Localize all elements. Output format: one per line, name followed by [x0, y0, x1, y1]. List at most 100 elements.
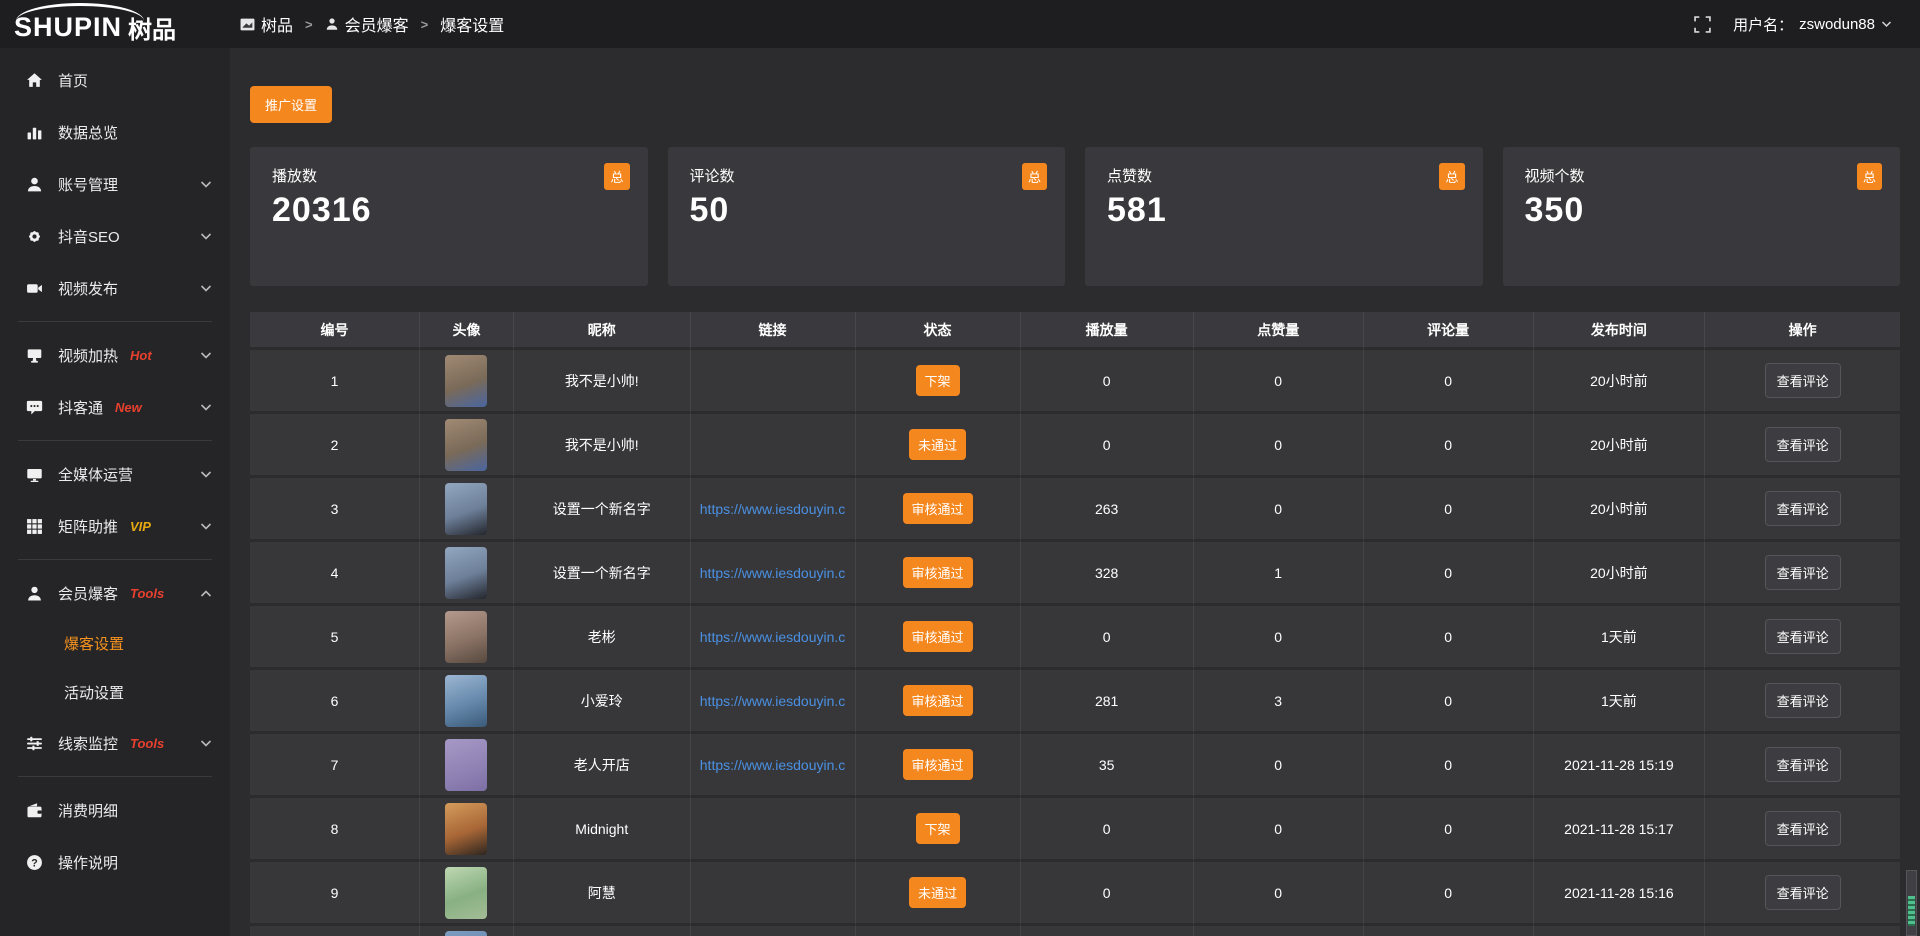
cell-comments: 0	[1364, 670, 1534, 734]
view-comments-button[interactable]: 查看评论	[1765, 875, 1841, 910]
chevron-down-icon	[200, 403, 212, 412]
cell-status: 审核通过	[856, 542, 1021, 606]
sidebar-divider	[18, 776, 212, 777]
sidebar-item-operation-guide[interactable]: ?操作说明	[0, 836, 230, 888]
view-comments-button[interactable]: 查看评论	[1765, 747, 1841, 782]
cell-plays: 0	[1021, 414, 1194, 478]
sidebar-item-consumption-detail[interactable]: 消费明细	[0, 784, 230, 836]
fullscreen-icon[interactable]	[1694, 16, 1711, 33]
status-badge[interactable]: 审核通过	[903, 685, 973, 716]
question-icon: ?	[26, 854, 43, 871]
screen-icon	[26, 347, 43, 364]
sidebar-item-account-management[interactable]: 账号管理	[0, 158, 230, 210]
view-comments-button[interactable]: 查看评论	[1765, 811, 1841, 846]
sidebar-item-douyin-seo[interactable]: 抖音SEO	[0, 210, 230, 262]
avatar	[445, 675, 487, 727]
stat-card-1: 评论数50总	[668, 147, 1066, 286]
sidebar-item-video-publish[interactable]: 视频发布	[0, 262, 230, 314]
profile-link[interactable]: https://www.iesdouyin.c	[691, 693, 855, 709]
breadcrumb-label: 会员爆客	[345, 12, 409, 36]
username-value: zswodun88	[1799, 16, 1875, 33]
user-icon	[26, 176, 43, 193]
profile-link[interactable]: https://www.iesdouyin.c	[691, 757, 855, 773]
monitor-icon	[26, 466, 43, 483]
table-row: 3设置一个新名字https://www.iesdouyin.c审核通过26300…	[250, 478, 1900, 542]
stat-total-badge: 总	[1857, 163, 1882, 190]
status-badge[interactable]: 审核通过	[903, 557, 973, 588]
cell-nickname: 设置一个新名字	[514, 478, 691, 542]
cell-id: 9	[250, 862, 420, 926]
profile-link[interactable]: https://www.iesdouyin.c	[691, 501, 855, 517]
chevron-down-icon	[200, 522, 212, 531]
status-badge[interactable]: 审核通过	[903, 621, 973, 652]
status-badge[interactable]: 下架	[916, 365, 960, 396]
cell-comments: 0	[1364, 350, 1534, 414]
user-menu[interactable]: 用户名： zswodun88	[1733, 14, 1892, 35]
sidebar-divider	[18, 559, 212, 560]
sidebar-item-video-heating[interactable]: 视频加热 Hot	[0, 329, 230, 381]
sidebar-item-clue-monitor[interactable]: 线索监控Tools	[0, 717, 230, 769]
cell-avatar	[420, 478, 514, 542]
cell-link	[691, 926, 856, 936]
cell-status: 下架	[856, 350, 1021, 414]
sidebar-item-label: 视频加热	[58, 345, 118, 366]
status-badge[interactable]: 审核通过	[903, 493, 973, 524]
view-comments-button[interactable]: 查看评论	[1765, 683, 1841, 718]
sidebar-subitem-baoke-settings[interactable]: 爆客设置	[0, 619, 230, 668]
status-badge[interactable]: 审核通过	[903, 749, 973, 780]
window-icon	[240, 18, 255, 31]
accounts-table: 编号头像昵称链接状态播放量点赞量评论量发布时间操作 1我不是小帅!下架00020…	[250, 312, 1900, 936]
column-header: 链接	[691, 312, 856, 350]
view-comments-button[interactable]: 查看评论	[1765, 619, 1841, 654]
view-comments-button[interactable]: 查看评论	[1765, 363, 1841, 398]
profile-link[interactable]: https://www.iesdouyin.c	[691, 629, 855, 645]
sidebar-item-member-baoke[interactable]: 会员爆客Tools	[0, 567, 230, 619]
stat-value: 350	[1525, 191, 1879, 230]
cell-time: 1天前	[1534, 670, 1706, 734]
breadcrumb-item-shupin[interactable]: 树品	[240, 12, 293, 36]
sidebar-item-matrix-boost[interactable]: 矩阵助推VIP	[0, 500, 230, 552]
status-badge[interactable]: 下架	[916, 813, 960, 844]
accounts-table-wrap: 编号头像昵称链接状态播放量点赞量评论量发布时间操作 1我不是小帅!下架00020…	[250, 312, 1900, 936]
breadcrumb-item-baoke-settings[interactable]: 爆客设置	[440, 12, 504, 36]
cell-comments: 0	[1364, 798, 1534, 862]
status-badge[interactable]: 未通过	[909, 877, 966, 908]
cell-link	[691, 350, 856, 414]
sidebar-item-home[interactable]: 首页	[0, 54, 230, 106]
sidebar-item-doukotong[interactable]: 抖客通New	[0, 381, 230, 433]
cell-comments: 0	[1364, 862, 1534, 926]
profile-link[interactable]: https://www.iesdouyin.c	[691, 565, 855, 581]
sidebar-badge-tools: Tools	[130, 736, 164, 751]
sidebar-submenu-member-baoke: 爆客设置活动设置	[0, 619, 230, 717]
chevron-down-icon	[1881, 20, 1892, 28]
breadcrumb-item-member-baoke[interactable]: 会员爆客	[325, 12, 409, 36]
stat-total-badge: 总	[1022, 163, 1047, 190]
cell-time: 2021-11-28 15:19	[1534, 734, 1706, 798]
cell-id: 6	[250, 670, 420, 734]
cell-likes: 0	[1194, 862, 1364, 926]
cell-status: 下架	[856, 798, 1021, 862]
cell-status: 未通过	[856, 414, 1021, 478]
sidebar-item-label: 消费明细	[58, 800, 118, 821]
scrollbar-thumb[interactable]	[1908, 896, 1915, 926]
view-comments-button[interactable]: 查看评论	[1765, 491, 1841, 526]
table-row: 6小爱玲https://www.iesdouyin.c审核通过281301天前查…	[250, 670, 1900, 734]
view-comments-button[interactable]: 查看评论	[1765, 427, 1841, 462]
cell-plays: 0	[1021, 350, 1194, 414]
cell-plays: 281	[1021, 670, 1194, 734]
sidebar-item-all-media-operation[interactable]: 全媒体运营	[0, 448, 230, 500]
cell-status: 审核通过	[856, 670, 1021, 734]
username-label: 用户名：	[1733, 14, 1793, 35]
breadcrumb: 树品>会员爆客>爆客设置	[240, 12, 504, 36]
sidebar-badge-hot: Hot	[130, 348, 152, 363]
view-comments-button[interactable]: 查看评论	[1765, 555, 1841, 590]
promo-settings-button[interactable]: 推广设置	[250, 86, 332, 123]
sidebar-item-data-overview[interactable]: 数据总览	[0, 106, 230, 158]
gear-icon	[26, 228, 43, 245]
sidebar-item-label: 数据总览	[58, 122, 118, 143]
app-logo: SHUPIN 树品	[0, 0, 230, 48]
sidebar-subitem-activity-settings[interactable]: 活动设置	[0, 668, 230, 717]
cell-comments: 0	[1364, 606, 1534, 670]
status-badge[interactable]: 未通过	[909, 429, 966, 460]
page-scrollbar[interactable]	[1906, 870, 1917, 936]
